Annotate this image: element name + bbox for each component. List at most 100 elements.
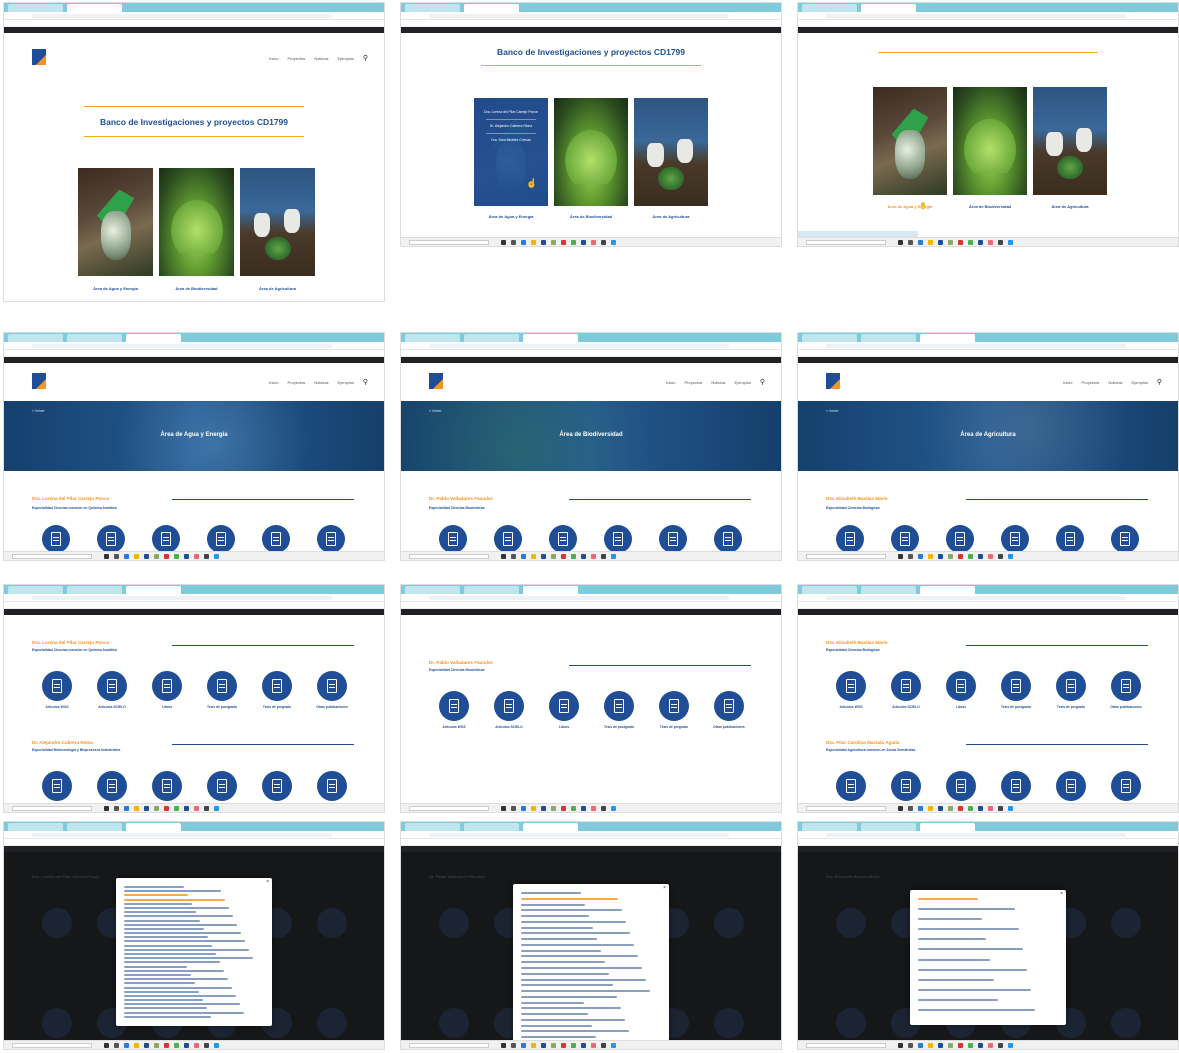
- taskbar-app-icon[interactable]: [898, 240, 903, 245]
- browser-tab[interactable]: [802, 334, 857, 342]
- taskbar-app-icon[interactable]: [988, 554, 993, 559]
- publication-icon-button[interactable]: [1001, 771, 1031, 801]
- publication-link[interactable]: [521, 984, 613, 987]
- taskbar-app-icon[interactable]: [541, 554, 546, 559]
- site-logo[interactable]: [826, 373, 866, 391]
- publication-label[interactable]: Tesis de pregrado: [1046, 705, 1096, 709]
- publication-link[interactable]: [124, 944, 212, 947]
- publication-label[interactable]: Otras publicaciones: [704, 725, 754, 729]
- publication-link[interactable]: [521, 972, 609, 975]
- researcher-name-link[interactable]: Dra. Sara Miralles Cuevas: [478, 138, 544, 143]
- taskbar-app-icon[interactable]: [134, 806, 139, 811]
- researcher-name[interactable]: Dr. Pablo Valladares Faúndez: [429, 660, 493, 665]
- nav-item[interactable]: Inicio: [666, 380, 675, 385]
- browser-tab[interactable]: [523, 334, 578, 342]
- taskbar-app-icon[interactable]: [988, 240, 993, 245]
- taskbar-app-icon[interactable]: [988, 1043, 993, 1048]
- taskbar-app-icon[interactable]: [591, 1043, 596, 1048]
- browser-tab[interactable]: [126, 823, 181, 831]
- publication-icon-button[interactable]: [836, 671, 866, 701]
- browser-tab[interactable]: [67, 586, 122, 594]
- site-logo[interactable]: [32, 373, 72, 391]
- publication-icon-button[interactable]: [1001, 671, 1031, 701]
- taskbar-app-icon[interactable]: [998, 240, 1003, 245]
- publication-link[interactable]: [124, 957, 253, 960]
- taskbar-app-icon[interactable]: [561, 806, 566, 811]
- area-photo[interactable]: [634, 98, 708, 206]
- researcher-name[interactable]: Dra. Lorena del Pilar Carrejo Ponce: [32, 496, 109, 501]
- publication-icon-button[interactable]: [494, 691, 524, 721]
- taskbar-app-icon[interactable]: [998, 1043, 1003, 1048]
- publication-link[interactable]: [521, 995, 617, 998]
- taskbar-app-icon[interactable]: [938, 554, 943, 559]
- browser-tab[interactable]: [861, 586, 916, 594]
- publication-icon-button[interactable]: [1056, 771, 1086, 801]
- taskbar-app-icon[interactable]: [928, 1043, 933, 1048]
- taskbar-app-icon[interactable]: [581, 1043, 586, 1048]
- publication-link[interactable]: [521, 892, 581, 894]
- url-field[interactable]: [32, 14, 332, 18]
- taskbar-app-icon[interactable]: [601, 240, 606, 245]
- publication-link[interactable]: [521, 978, 646, 981]
- publication-icon-button[interactable]: [207, 525, 235, 553]
- site-logo[interactable]: [429, 373, 469, 391]
- publication-link[interactable]: [521, 990, 650, 993]
- publication-link[interactable]: [124, 969, 224, 972]
- publication-link[interactable]: [124, 936, 208, 939]
- publication-icon-button[interactable]: [152, 771, 182, 801]
- publication-link[interactable]: [521, 920, 626, 923]
- taskbar-app-icon[interactable]: [611, 240, 616, 245]
- nav-item[interactable]: Proyectos: [1082, 380, 1100, 385]
- taskbar-app-icon[interactable]: [601, 1043, 606, 1048]
- taskbar-app-icon[interactable]: [154, 806, 159, 811]
- area-photo[interactable]: [873, 87, 947, 195]
- taskbar-app-icon[interactable]: [938, 806, 943, 811]
- taskbar-app-icon[interactable]: [521, 554, 526, 559]
- publication-label[interactable]: Artículos SCIELO: [87, 705, 137, 709]
- taskbar-app-icon[interactable]: [184, 554, 189, 559]
- publication-link[interactable]: [124, 898, 225, 901]
- publication-label[interactable]: Artículos WOS: [826, 705, 876, 709]
- taskbar-app-icon[interactable]: [958, 806, 963, 811]
- taskbar-app-icon[interactable]: [114, 1043, 119, 1048]
- taskbar-app-icon[interactable]: [194, 1043, 199, 1048]
- nav-item[interactable]: Noticias: [314, 56, 328, 61]
- taskbar-app-icon[interactable]: [571, 1043, 576, 1048]
- taskbar-app-icon[interactable]: [928, 554, 933, 559]
- nav-item[interactable]: Inicio: [269, 56, 278, 61]
- researcher-name-link[interactable]: Dra. Lorena del Pilar Carrejo Ponce: [478, 110, 544, 115]
- publication-link[interactable]: [124, 927, 204, 930]
- publication-link[interactable]: [124, 986, 232, 989]
- publication-icon-button[interactable]: [946, 771, 976, 801]
- taskbar-app-icon[interactable]: [591, 240, 596, 245]
- publication-icon-button[interactable]: [946, 671, 976, 701]
- publication-label[interactable]: Libros: [142, 705, 192, 709]
- taskbar-app-icon[interactable]: [571, 806, 576, 811]
- taskbar-app-icon[interactable]: [968, 806, 973, 811]
- area-photo[interactable]: [159, 168, 234, 276]
- publication-icon-button[interactable]: [604, 525, 632, 553]
- publication-label[interactable]: Libros: [936, 705, 986, 709]
- publication-icon-button[interactable]: [549, 691, 579, 721]
- publication-icon-button[interactable]: [42, 671, 72, 701]
- search-icon[interactable]: ⚲: [1157, 378, 1162, 386]
- publication-icon-button[interactable]: [1111, 771, 1141, 801]
- area-link[interactable]: Área de Agua y Energía: [78, 286, 153, 291]
- taskbar-app-icon[interactable]: [164, 1043, 169, 1048]
- taskbar-app-icon[interactable]: [908, 240, 913, 245]
- researcher-name[interactable]: Dr. Alejandro Cabrera Reina: [32, 740, 93, 745]
- publication-link[interactable]: [124, 940, 245, 943]
- researcher-name[interactable]: Dra. Elizabeth Bastías Marín: [826, 496, 888, 501]
- url-field[interactable]: [32, 596, 332, 600]
- researcher-name[interactable]: Dra. Pilar Carolina Marzala Águila: [826, 740, 899, 745]
- publication-link[interactable]: [521, 909, 622, 912]
- publication-icon-button[interactable]: [714, 525, 742, 553]
- publication-icon-button[interactable]: [494, 525, 522, 553]
- nav-item[interactable]: Proyectos: [288, 380, 306, 385]
- taskbar-app-icon[interactable]: [601, 806, 606, 811]
- taskbar-app-icon[interactable]: [561, 1043, 566, 1048]
- area-link[interactable]: Área de Biodiversidad: [953, 204, 1027, 209]
- taskbar-app-icon[interactable]: [928, 806, 933, 811]
- nav-item[interactable]: Noticias: [1108, 380, 1122, 385]
- browser-tab[interactable]: [126, 334, 181, 342]
